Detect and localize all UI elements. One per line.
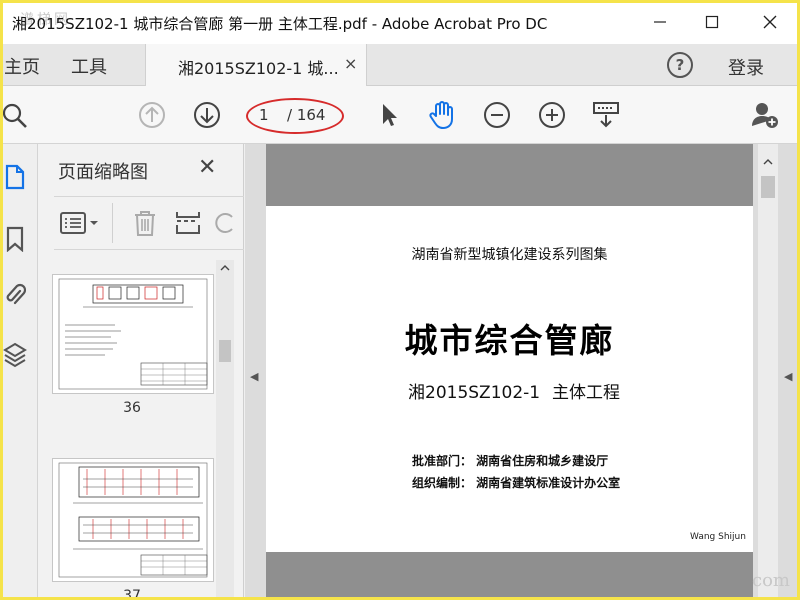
attachment-icon[interactable] (2, 280, 28, 310)
tab-document[interactable]: 湘2015SZ102-1 城... × (145, 44, 367, 86)
document-title: 城市综合管廊 (404, 321, 615, 360)
thumbnail-page[interactable] (52, 274, 214, 394)
help-glyph: ? (675, 56, 685, 74)
previous-page-icon[interactable] (137, 100, 167, 130)
minimize-button[interactable] (645, 8, 675, 36)
hand-tool-icon[interactable] (427, 100, 457, 130)
insert-page-icon[interactable] (174, 209, 202, 241)
select-cursor-icon[interactable] (373, 100, 403, 130)
previous-page-edge (266, 144, 753, 206)
panel-close-icon[interactable]: ✕ (198, 155, 216, 180)
panel-scroll-thumb[interactable] (219, 340, 231, 362)
next-page-icon[interactable] (192, 100, 222, 130)
login-button[interactable]: 登录 (728, 54, 764, 80)
document-series: 湖南省新型城镇化建设系列图集 (411, 247, 608, 263)
zoom-in-icon[interactable] (537, 100, 567, 130)
tab-bar: 主页 工具 湘2015SZ102-1 城... × ? 登录 (0, 44, 800, 86)
options-menu-icon[interactable] (60, 211, 100, 239)
document-view: ◀ 湖南省新型城镇化建设系列图集 城市综合管廊 湘2015SZ102-1 主体工… (245, 144, 800, 600)
thumbnail-page-number: 37 (123, 588, 141, 600)
thumbnail-page[interactable] (52, 458, 214, 582)
thumbnail-drawing (58, 462, 208, 578)
tab-document-close[interactable]: × (344, 54, 357, 73)
panel-title: 页面缩略图 (58, 162, 148, 183)
left-rail (0, 144, 38, 600)
layers-icon[interactable] (2, 340, 28, 370)
next-page-edge (266, 552, 753, 600)
window-title: 湘2015SZ102-1 城市综合管廊 第一册 主体工程.pdf - Adobe… (12, 15, 548, 33)
document-approved-by: 批准部门： 湖南省住房和城乡建设厅 (412, 454, 609, 468)
document-code: 湘2015SZ102-1 (408, 383, 541, 403)
title-bar: 谱梯网 湘2015SZ102-1 城市综合管廊 第一册 主体工程.pdf - A… (0, 0, 800, 44)
tools-divider (112, 203, 113, 243)
toolbar: 1 / 164 (0, 86, 800, 144)
thumbnails-panel: 页面缩略图 ✕ 36 37 (38, 144, 244, 600)
document-signature: Wang Shijun (690, 532, 746, 542)
panel-scrollbar[interactable] (216, 260, 234, 600)
minimize-icon (654, 21, 666, 23)
help-icon[interactable]: ? (667, 52, 693, 78)
panel-tools (54, 196, 244, 250)
page-display-icon[interactable] (591, 100, 621, 130)
maximize-icon (705, 15, 719, 29)
thumbnail-list: 36 37 (52, 260, 216, 600)
share-user-icon[interactable] (750, 100, 780, 130)
close-button[interactable] (755, 8, 785, 36)
expand-right-panel-icon[interactable]: ◀ (784, 370, 792, 383)
rotate-icon[interactable] (214, 209, 236, 241)
scroll-up-arrow-icon[interactable] (220, 264, 230, 272)
bookmark-icon[interactable] (2, 224, 28, 254)
watermark-bottom: com (752, 570, 790, 591)
tab-home[interactable]: 主页 (4, 53, 40, 79)
pdf-page: 湖南省新型城镇化建设系列图集 城市综合管廊 湘2015SZ102-1 主体工程 … (266, 206, 753, 552)
zoom-out-icon[interactable] (482, 100, 512, 130)
search-icon[interactable] (0, 100, 30, 130)
thumbnail-drawing (58, 278, 208, 390)
close-icon (763, 15, 777, 29)
trash-icon[interactable] (132, 209, 158, 241)
document-compiled-by: 组织编制： 湖南省建筑标准设计办公室 (412, 476, 621, 490)
document-scrollbar[interactable] (758, 144, 778, 600)
page-thumbnails-icon[interactable] (2, 162, 28, 192)
tab-tools[interactable]: 工具 (71, 53, 107, 79)
document-scroll-thumb[interactable] (761, 176, 775, 198)
collapse-left-panel-icon[interactable]: ◀ (250, 370, 258, 383)
maximize-button[interactable] (697, 8, 727, 36)
highlight-ellipse (246, 98, 344, 134)
document-volume: 主体工程 (552, 383, 620, 403)
doc-scroll-up-arrow-icon[interactable] (763, 158, 773, 166)
thumbnail-page-number: 36 (123, 400, 141, 416)
tab-document-label: 湘2015SZ102-1 城... (178, 59, 339, 78)
